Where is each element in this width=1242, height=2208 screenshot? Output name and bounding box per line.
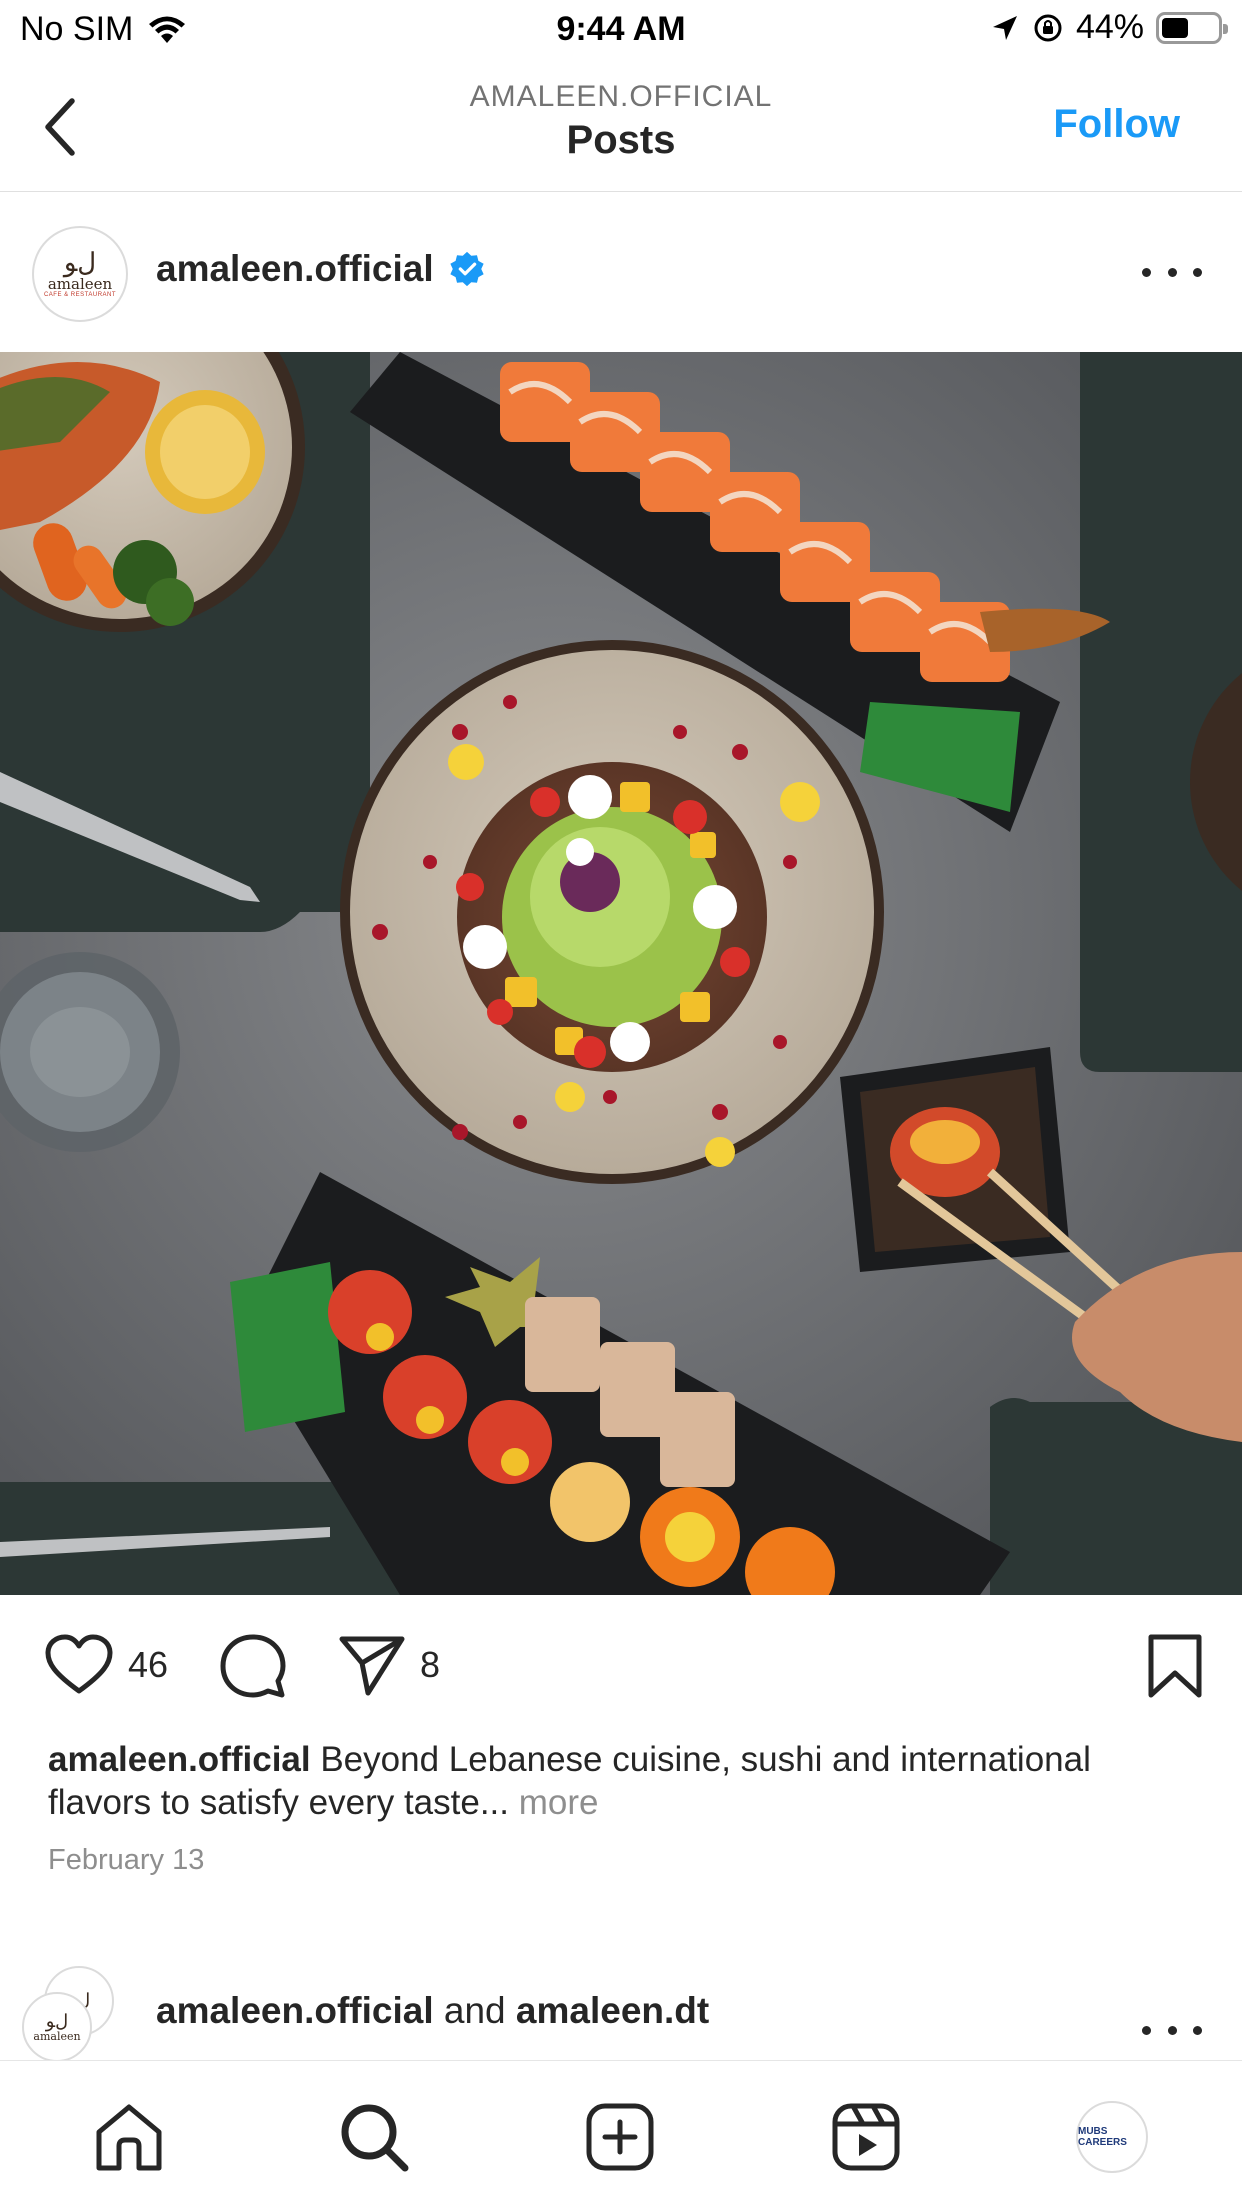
battery-percent: 44% (1075, 8, 1144, 46)
post-date: February 13 (48, 1844, 205, 1876)
more-icon[interactable] (1142, 2010, 1202, 2050)
avatar: ﻝﻮ amaleen (22, 1992, 92, 2062)
profile-icon: MUBS CAREERS (1076, 2101, 1148, 2173)
next-post-user-2[interactable]: amaleen.dt (516, 1990, 709, 2031)
caption-username[interactable]: amaleen.official (48, 1740, 311, 1779)
post-username-group: amaleen.official (156, 248, 486, 290)
post-photo[interactable] (0, 352, 1242, 1595)
follow-button[interactable]: Follow (1053, 102, 1180, 147)
home-icon (96, 2104, 162, 2171)
tab-search[interactable] (336, 2099, 412, 2175)
logo-mark: ﻝﻮ (63, 247, 97, 278)
avatar-logo-text: amaleen (33, 2029, 81, 2043)
location-icon (992, 15, 1017, 40)
next-post-users: amaleen.official and amaleen.dt (156, 1990, 709, 2032)
bookmark-button[interactable] (1146, 1633, 1204, 1704)
next-post-connector: and (433, 1990, 516, 2031)
search-icon (341, 2104, 409, 2172)
tab-profile[interactable]: MUBS CAREERS (1074, 2099, 1150, 2175)
avatar-logo-subtext: CAFE & RESTAURANT (43, 292, 117, 299)
tab-reels[interactable] (828, 2099, 904, 2175)
comment-icon[interactable] (220, 1633, 286, 1699)
tab-home[interactable] (91, 2099, 167, 2175)
avatar-stack[interactable]: ﻝﻮ ﻝﻮ amaleen (22, 1966, 122, 2066)
like-group: 46 (44, 1633, 168, 1697)
battery-icon (1156, 11, 1228, 44)
post-actions: 46 8 (0, 1595, 1242, 1740)
tab-create[interactable] (582, 2099, 658, 2175)
share-group: 8 (338, 1633, 440, 1697)
comment-group (220, 1633, 286, 1699)
verified-badge-icon (449, 251, 484, 287)
send-icon[interactable] (338, 1633, 406, 1697)
like-count[interactable]: 46 (128, 1644, 168, 1686)
create-icon (586, 2103, 654, 2171)
avatar-logo-text: amaleen (47, 274, 113, 293)
post-caption: amaleen.official Beyond Lebanese cuisine… (48, 1738, 1198, 1824)
bookmark-icon (1148, 1634, 1202, 1698)
post-username[interactable]: amaleen.official (156, 248, 434, 290)
bottom-tab-bar: MUBS CAREERS (0, 2060, 1242, 2208)
heart-icon[interactable] (44, 1633, 114, 1697)
next-post-user-1[interactable]: amaleen.official (156, 1990, 434, 2031)
next-post-header: ﻝﻮ ﻝﻮ amaleen amaleen.official and amale… (0, 1950, 1242, 2062)
reels-icon (832, 2103, 900, 2171)
status-bar: No SIM 9:44 AM 44% (0, 0, 1242, 62)
more-icon[interactable] (1142, 252, 1202, 292)
status-right: 44% (990, 8, 1228, 47)
post-header: ﻝﻮ amaleen CAFE & RESTAURANT amaleen.off… (0, 192, 1242, 352)
avatar[interactable]: ﻝﻮ amaleen CAFE & RESTAURANT (32, 226, 128, 322)
share-count: 8 (420, 1644, 441, 1685)
orientation-lock-icon (1034, 14, 1062, 41)
nav-header: AMALEEN.OFFICIAL Posts Follow (0, 62, 1242, 192)
caption-more-link[interactable]: more (509, 1783, 599, 1822)
food-flatlay-image (0, 352, 1242, 1595)
